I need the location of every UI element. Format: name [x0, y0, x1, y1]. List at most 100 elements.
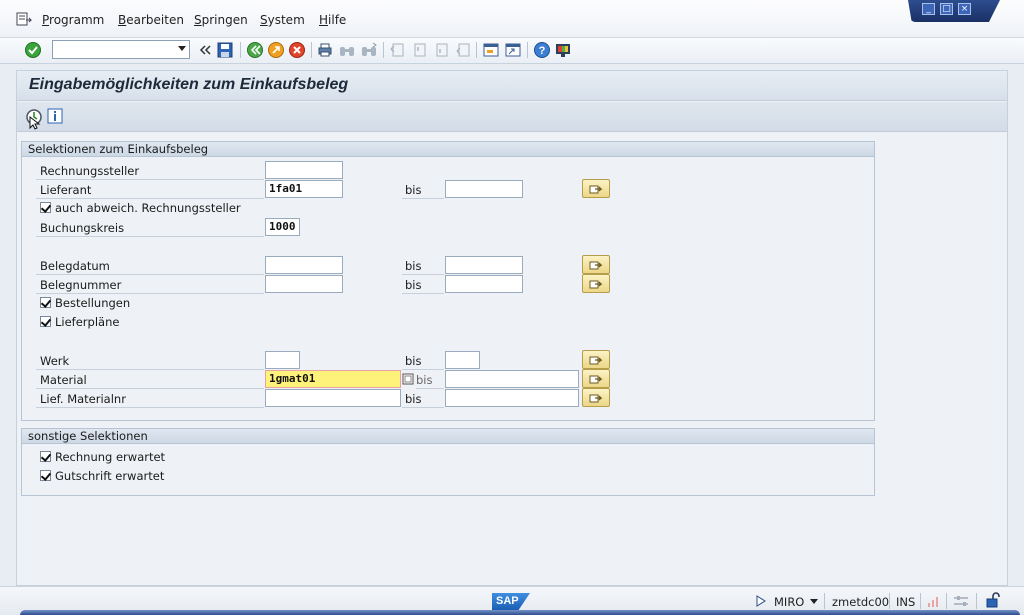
transaction-code[interactable]: MIRO: [774, 595, 804, 609]
werk-from-input[interactable]: [265, 351, 300, 369]
chevron-down-icon[interactable]: [178, 46, 186, 51]
material-to-input[interactable]: [445, 370, 579, 388]
help-icon[interactable]: ?: [533, 41, 551, 59]
rechnung-erwartet-checkbox[interactable]: [40, 451, 51, 462]
find-icon[interactable]: [338, 41, 356, 59]
first-page-icon[interactable]: [388, 41, 406, 59]
next-page-icon[interactable]: [432, 41, 450, 59]
chevron-down-icon[interactable]: [810, 599, 818, 604]
enter-check-icon[interactable]: [24, 41, 42, 59]
belegnummer-from-input[interactable]: [265, 275, 343, 293]
belegnummer-to-input[interactable]: [445, 275, 523, 293]
title-bar: Eingabemöglichkeiten zum Einkaufsbeleg: [17, 71, 1007, 101]
search-help-icon[interactable]: [402, 373, 414, 385]
minimize-button[interactable]: _: [922, 3, 935, 15]
werk-to-input[interactable]: [445, 351, 480, 369]
shortcut-icon[interactable]: [504, 41, 522, 59]
window-controls: _ □ ×: [908, 0, 1000, 22]
menu-bar: Programm Bearbeiten Springen System Hilf…: [0, 0, 1024, 38]
belegdatum-from-input[interactable]: [265, 256, 343, 274]
cancel-icon[interactable]: [288, 41, 306, 59]
command-input[interactable]: [53, 41, 171, 58]
bis-label: bis: [405, 392, 422, 406]
bottom-stripe: [20, 610, 1020, 615]
toolbar-separator: [476, 42, 477, 58]
arrow-right-icon: [589, 375, 603, 384]
label-rechnungssteller: Rechnungssteller: [40, 164, 140, 178]
label-underline: [402, 407, 444, 408]
previous-page-icon[interactable]: [410, 41, 428, 59]
multiple-selection-button[interactable]: [582, 255, 610, 274]
material-from-input[interactable]: 1gmat01: [265, 370, 401, 388]
unlock-icon[interactable]: [984, 591, 1002, 609]
command-field[interactable]: [52, 40, 190, 59]
menu-bearbeiten[interactable]: Bearbeiten: [118, 13, 184, 27]
save-icon[interactable]: [216, 41, 234, 59]
find-next-icon[interactable]: [360, 41, 378, 59]
new-session-icon[interactable]: [482, 41, 500, 59]
lief-materialnr-from-input[interactable]: [265, 389, 401, 407]
status-separator: [920, 593, 921, 609]
buchungskreis-input[interactable]: 1000: [265, 218, 300, 236]
last-page-icon[interactable]: [454, 41, 472, 59]
lief-materialnr-to-input[interactable]: [445, 389, 579, 407]
row-werk: Werk bis: [36, 350, 866, 370]
label-lief-materialnr: Lief. Materialnr: [40, 392, 126, 406]
row-abweich: auch abweich. Rechnungssteller: [36, 199, 866, 218]
exit-icon[interactable]: [267, 41, 285, 59]
info-icon[interactable]: [47, 108, 63, 124]
bis-label: bis: [416, 373, 433, 387]
multiple-selection-button[interactable]: [582, 388, 610, 407]
label-rechnung-erwartet: Rechnung erwartet: [55, 450, 166, 464]
rechnungssteller-input[interactable]: [265, 161, 343, 179]
signal-bars-icon: [928, 597, 938, 607]
selection-frame: Selektionen zum Einkaufsbeleg Rechnungss…: [21, 141, 875, 421]
label-underline: [36, 407, 264, 408]
bis-label: bis: [405, 278, 422, 292]
label-underline: [36, 236, 264, 237]
arrow-right-icon: [589, 280, 603, 289]
multiple-selection-button[interactable]: [582, 179, 610, 198]
row-belegnummer: Belegnummer bis: [36, 274, 866, 294]
row-bestellungen: Bestellungen: [36, 294, 866, 313]
multiple-selection-button[interactable]: [582, 350, 610, 369]
sap-logo: SAP: [492, 593, 530, 610]
status-separator: [889, 593, 890, 609]
maximize-button[interactable]: □: [940, 3, 953, 15]
multiple-selection-button[interactable]: [582, 274, 610, 293]
insert-mode[interactable]: INS: [896, 595, 915, 609]
menu-programm[interactable]: Programm: [42, 13, 104, 27]
page-title: Eingabemöglichkeiten zum Einkaufsbeleg: [29, 76, 349, 93]
settings-sliders-icon[interactable]: [952, 594, 970, 608]
label-abweich: auch abweich. Rechnungssteller: [55, 201, 241, 215]
label-bestellungen: Bestellungen: [55, 296, 131, 310]
arrow-right-icon: [589, 261, 603, 270]
play-triangle-icon[interactable]: [756, 595, 766, 607]
lieferant-to-input[interactable]: [445, 180, 523, 198]
print-icon[interactable]: [316, 41, 334, 59]
menu-system[interactable]: System: [260, 13, 305, 27]
label-werk: Werk: [40, 354, 70, 368]
lieferplaene-checkbox[interactable]: [40, 316, 51, 327]
bis-label: bis: [405, 259, 422, 273]
status-separator: [824, 593, 825, 609]
menu-hilfe[interactable]: Hilfe: [319, 13, 346, 27]
label-belegnummer: Belegnummer: [40, 278, 122, 292]
toolbar-separator: [383, 42, 384, 58]
lieferant-from-input[interactable]: 1fa01: [265, 180, 343, 198]
frame-title-other: sonstige Selektionen: [22, 429, 874, 444]
bestellungen-checkbox[interactable]: [40, 297, 51, 308]
belegdatum-to-input[interactable]: [445, 256, 523, 274]
gutschrift-erwartet-checkbox[interactable]: [40, 470, 51, 481]
toolbar-separator: [240, 42, 241, 58]
multiple-selection-button[interactable]: [582, 369, 610, 388]
row-lief-materialnr: Lief. Materialnr bis: [36, 388, 866, 408]
menu-springen[interactable]: Springen: [194, 13, 248, 27]
customize-layout-icon[interactable]: [554, 41, 572, 59]
arrow-right-icon: [589, 185, 603, 194]
menu-icon[interactable]: [16, 12, 32, 26]
close-button[interactable]: ×: [958, 3, 971, 15]
double-chevron-left-icon[interactable]: [196, 41, 214, 59]
back-icon[interactable]: [246, 41, 264, 59]
abweich-checkbox[interactable]: [40, 202, 51, 213]
